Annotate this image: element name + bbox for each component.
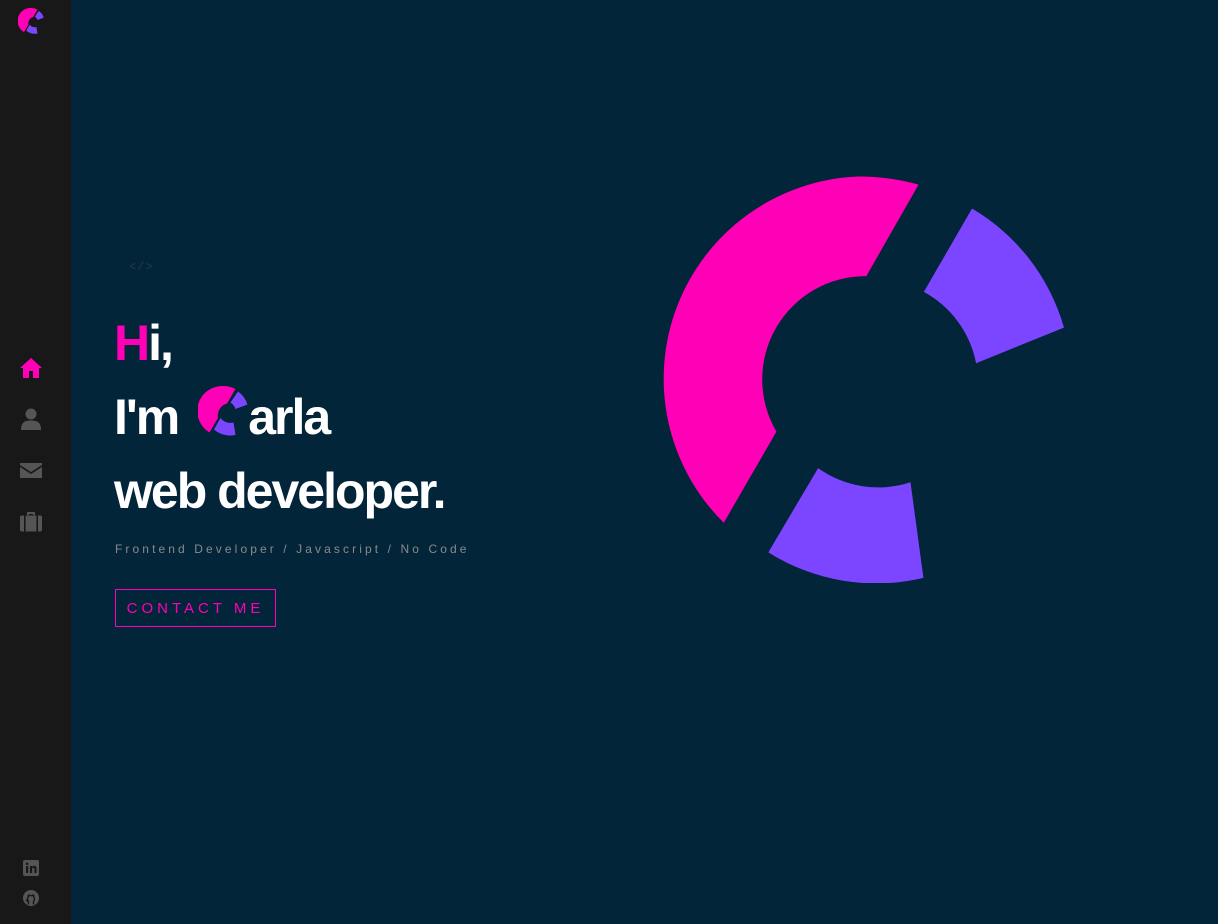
role-line: web developer. — [114, 463, 446, 519]
nav-contact[interactable] — [18, 457, 44, 483]
name-line: I'm arla — [114, 380, 444, 454]
home-icon — [20, 358, 42, 378]
github-icon — [23, 890, 39, 906]
hero-subtitle: Frontend Developer / Javascript / No Cod… — [115, 542, 470, 556]
nav-portfolio[interactable] — [18, 508, 44, 534]
name-prefix: I'm — [114, 389, 180, 445]
nav-home[interactable] — [18, 355, 44, 381]
contact-me-button[interactable]: CONTACT ME — [115, 589, 276, 627]
name-rest: arla — [248, 389, 331, 445]
main-content: </> Hi, I'm arla web developer. Frontend… — [71, 0, 1218, 924]
user-icon — [21, 408, 41, 430]
greeting-rest: i, — [148, 315, 174, 371]
large-c-logo-icon — [663, 176, 1064, 583]
c-logo-icon[interactable] — [18, 7, 44, 35]
hero-headline: Hi, I'm arla web developer. — [114, 306, 446, 528]
sidebar — [0, 0, 71, 924]
suitcase-icon — [20, 512, 42, 532]
envelope-icon — [20, 463, 42, 478]
greeting-line: Hi, — [114, 306, 444, 380]
linkedin-link[interactable] — [22, 859, 40, 877]
nav-about[interactable] — [18, 406, 44, 432]
c-logo-icon — [198, 386, 248, 436]
greeting-initial: H — [114, 315, 150, 371]
code-tag: </> — [129, 260, 154, 274]
linkedin-icon — [23, 860, 39, 876]
github-link[interactable] — [22, 889, 40, 907]
